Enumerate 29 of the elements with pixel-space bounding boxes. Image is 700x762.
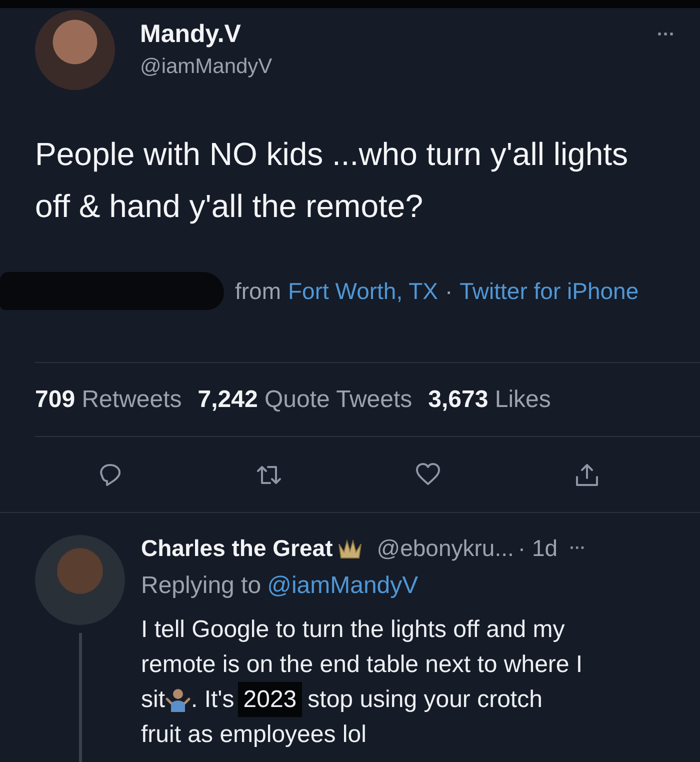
meta-text: from bbox=[235, 277, 281, 306]
reply-text: I tell Google to turn the lights off and my bbox=[141, 615, 565, 645]
user-handle[interactable]: @ebonykru... bbox=[376, 535, 514, 562]
highlighted-text: 2023 bbox=[238, 682, 302, 717]
stat-count[interactable]: 709 Retweets bbox=[35, 386, 182, 414]
source-link[interactable]: Twitter for iPhone bbox=[460, 273, 639, 309]
user-handle[interactable]: @iamMandyV bbox=[140, 55, 658, 79]
replying-label: Replying to bbox=[141, 572, 262, 600]
reply-text: sit bbox=[141, 685, 165, 715]
stat-count[interactable]: 7,242 Quote Tweets bbox=[198, 386, 412, 414]
share-icon[interactable] bbox=[574, 462, 600, 488]
reply-text: stop using your crotch bbox=[308, 685, 542, 715]
timestamp: · 1d bbox=[518, 535, 558, 562]
more-button[interactable]: ··· bbox=[657, 24, 675, 45]
display-name[interactable]: Charles the Great bbox=[141, 535, 333, 562]
more-button[interactable]: ··· bbox=[570, 540, 586, 558]
reply-text: remote is on the end table next to where I bbox=[141, 650, 583, 680]
crown-icon bbox=[336, 538, 363, 560]
stat-count[interactable]: 3,673 Likes bbox=[428, 386, 551, 414]
heart-icon[interactable] bbox=[415, 462, 441, 488]
meta-text: · bbox=[444, 277, 453, 306]
shrugging-person-icon bbox=[165, 688, 191, 712]
tweet-text: People with NO kids ...who turn y'all lights off & hand y'all the remote? bbox=[35, 135, 630, 226]
location-link[interactable]: Fort Worth, TX bbox=[288, 273, 438, 309]
reply-icon[interactable] bbox=[97, 462, 123, 488]
mention-link[interactable]: @iamMandyV bbox=[267, 572, 418, 600]
reply-text: . It's bbox=[191, 685, 234, 715]
display-name[interactable]: Mandy.V bbox=[140, 20, 658, 49]
reply-text: fruit as employees lol bbox=[141, 720, 366, 750]
